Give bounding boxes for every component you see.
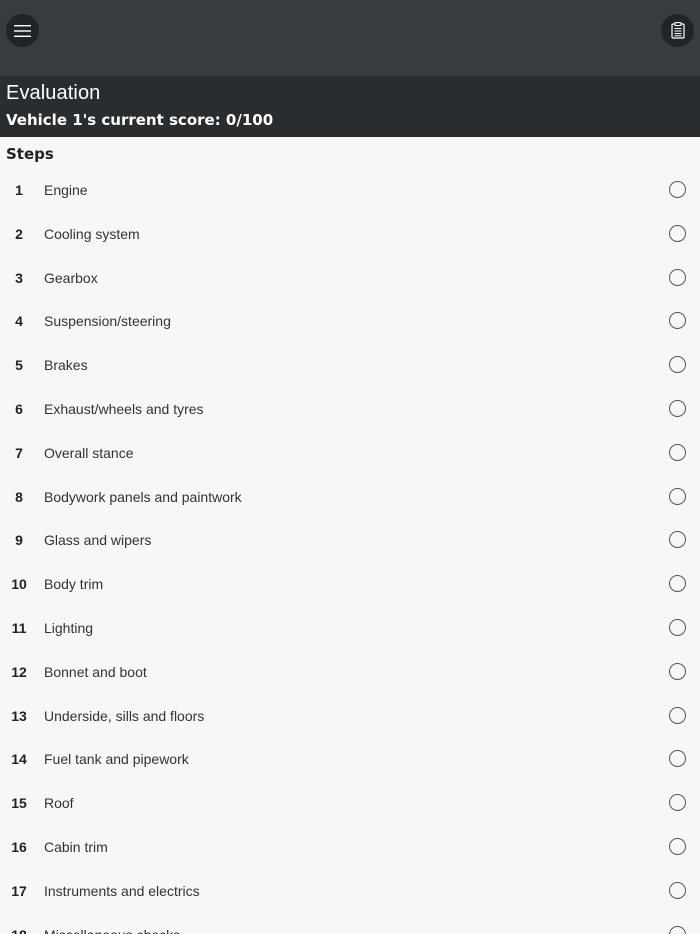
step-row[interactable]: 9 Glass and wipers (0, 518, 700, 562)
step-label: Lighting (44, 619, 94, 636)
step-number: 13 (11, 707, 27, 724)
step-row[interactable]: 10 Body trim (0, 562, 700, 606)
evaluation-header: Evaluation Vehicle 1's current score: 0/… (0, 76, 700, 137)
step-status-radio[interactable] (669, 356, 686, 374)
step-status-radio[interactable] (669, 794, 686, 812)
steps-panel: Steps 1 Engine 2 Cooling system 3 Gearbox 4 Sus… (0, 137, 700, 934)
step-status-radio[interactable] (669, 925, 686, 934)
step-label: Exhaust/wheels and tyres (44, 400, 204, 417)
step-row[interactable]: 16 Cabin trim (0, 825, 700, 869)
step-number: 6 (15, 400, 23, 417)
step-row[interactable]: 17 Instruments and electrics (0, 869, 700, 913)
step-status-radio[interactable] (669, 181, 686, 198)
step-label: Suspension/steering (44, 313, 171, 330)
step-label: Cooling system (44, 225, 140, 242)
step-status-radio[interactable] (669, 837, 686, 855)
step-number: 15 (11, 795, 27, 812)
step-status-radio[interactable] (669, 312, 686, 330)
step-row[interactable]: 15 Roof (0, 781, 700, 825)
step-label: Cabin trim (44, 838, 108, 855)
clipboard-button[interactable] (661, 14, 694, 47)
step-row[interactable]: 2 Cooling system (0, 212, 700, 256)
current-score: Vehicle 1's current score: 0/100 (6, 111, 274, 129)
step-label: Miscellaneous checks (44, 927, 180, 934)
step-number: 10 (11, 576, 27, 593)
step-list: 1 Engine 2 Cooling system 3 Gearbox 4 Suspensio… (0, 168, 700, 934)
step-status-radio[interactable] (669, 881, 686, 899)
page-title: Evaluation (6, 82, 101, 104)
step-number: 17 (11, 882, 27, 899)
step-number: 16 (11, 838, 27, 855)
step-label: Engine (44, 182, 88, 198)
step-number: 11 (11, 619, 27, 636)
step-status-radio[interactable] (669, 575, 686, 593)
step-row[interactable]: 7 Overall stance (0, 431, 700, 475)
step-status-radio[interactable] (669, 750, 686, 768)
step-status-radio[interactable] (669, 531, 686, 549)
step-number: 3 (15, 269, 23, 286)
step-status-radio[interactable] (669, 443, 686, 461)
step-number: 7 (15, 444, 23, 461)
step-row[interactable]: 1 Engine (0, 168, 700, 212)
step-row[interactable]: 14 Fuel tank and pipework (0, 737, 700, 781)
step-number: 18 (6, 927, 32, 934)
step-number: 14 (11, 751, 27, 768)
step-number: 4 (15, 313, 23, 330)
hamburger-menu-icon (14, 24, 31, 37)
step-label: Underside, sills and floors (44, 707, 205, 724)
step-row[interactable]: 11 Lighting (0, 606, 700, 650)
step-status-radio[interactable] (669, 487, 686, 505)
step-label: Body trim (44, 576, 104, 593)
step-status-radio[interactable] (669, 662, 686, 680)
step-number: 5 (15, 357, 23, 374)
step-label: Instruments and electrics (44, 882, 200, 899)
step-status-radio[interactable] (669, 618, 686, 636)
top-bar (0, 0, 700, 76)
step-row[interactable]: 13 Underside, sills and floors (0, 694, 700, 738)
step-status-radio[interactable] (669, 706, 686, 724)
step-label: Roof (44, 795, 74, 812)
step-row[interactable]: 8 Bodywork panels and paintwork (0, 475, 700, 519)
step-label: Overall stance (44, 444, 134, 461)
step-row[interactable]: 6 Exhaust/wheels and tyres (0, 387, 700, 431)
step-row[interactable]: 4 Suspension/steering (0, 299, 700, 343)
step-label: Bodywork panels and paintwork (44, 488, 242, 505)
step-number: 1 (15, 182, 23, 198)
menu-button[interactable] (6, 14, 39, 47)
step-label: Bonnet and boot (44, 663, 147, 680)
clipboard-icon (670, 22, 685, 39)
step-row[interactable]: 5 Brakes (0, 343, 700, 387)
step-status-radio[interactable] (669, 224, 686, 242)
step-label: Fuel tank and pipework (44, 751, 189, 768)
step-row[interactable]: 12 Bonnet and boot (0, 650, 700, 694)
step-number: 9 (15, 532, 23, 549)
steps-heading: Steps (6, 145, 54, 163)
step-label: Glass and wipers (44, 532, 152, 549)
step-label: Gearbox (44, 269, 98, 286)
step-number: 2 (15, 225, 23, 242)
step-number: 8 (15, 488, 23, 505)
step-number: 12 (11, 663, 27, 680)
step-row[interactable]: 3 Gearbox (0, 256, 700, 300)
step-status-radio[interactable] (669, 268, 686, 286)
step-row[interactable]: 18 Miscellaneous checks (0, 913, 700, 934)
step-label: Brakes (44, 357, 88, 374)
step-status-radio[interactable] (669, 399, 686, 417)
